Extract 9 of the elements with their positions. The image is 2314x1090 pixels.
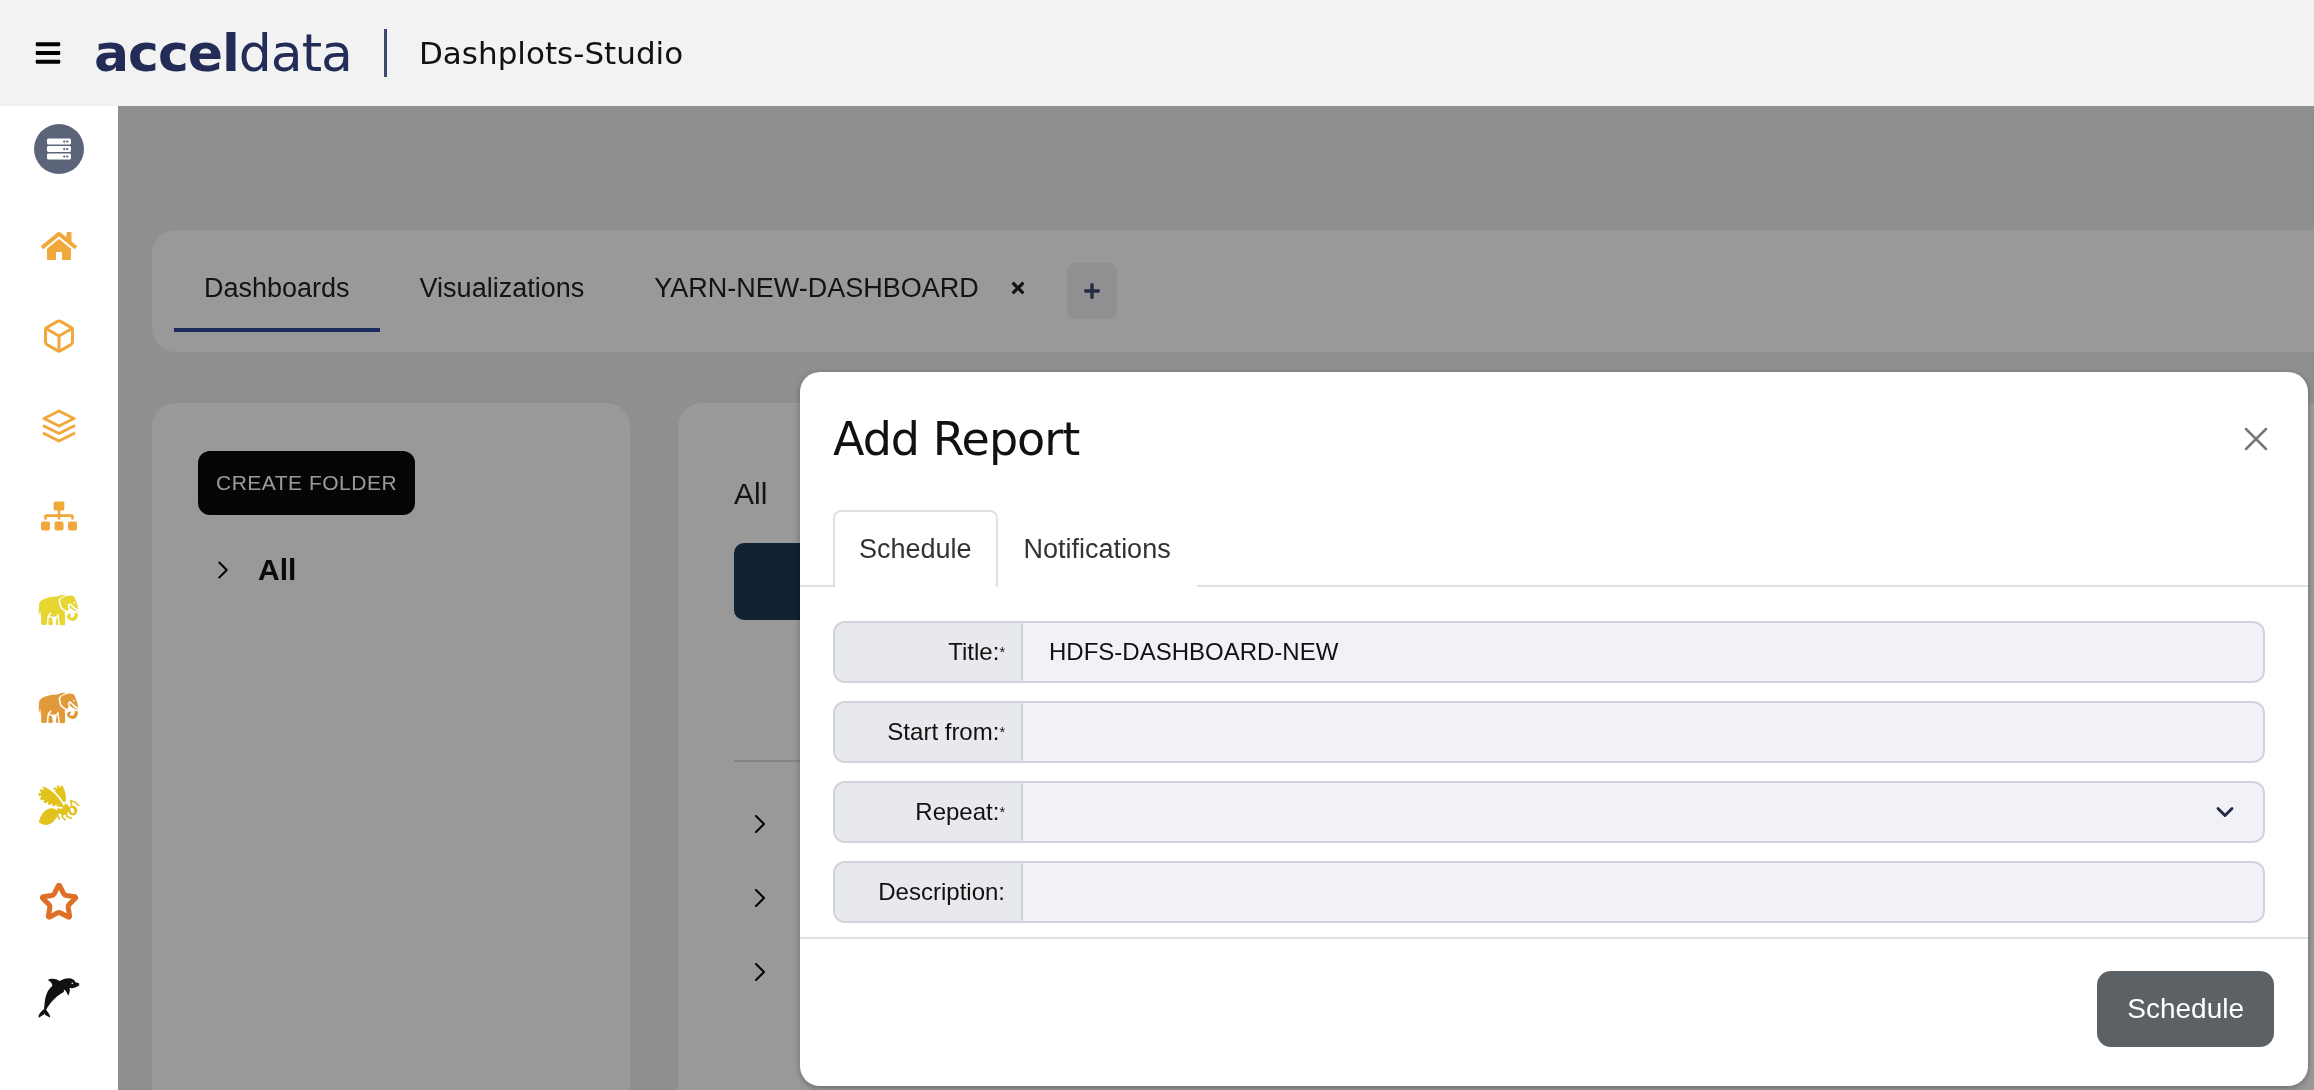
- section-heading: All: [734, 477, 769, 511]
- field-label: Description:: [835, 863, 1023, 921]
- field-value: HDFS-DASHBOARD-NEW: [1049, 638, 1339, 666]
- field-label: Title:$^{*}$: [835, 623, 1023, 681]
- field-label: Start from:$^{*}$: [835, 703, 1023, 761]
- app-name: Dashplots-Studio: [419, 35, 684, 71]
- field-label: Repeat:$^{*}$: [835, 783, 1023, 841]
- dialog-title: Add Report: [833, 412, 1080, 466]
- logo: acceldata: [94, 23, 352, 83]
